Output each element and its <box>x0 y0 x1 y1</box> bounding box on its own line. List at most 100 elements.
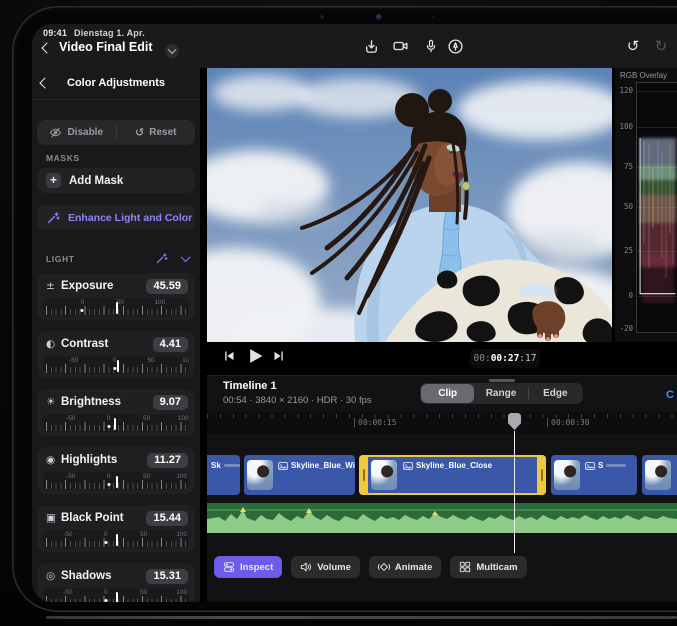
timeline-section: Timeline 1 00:54 · 3840 × 2160 · HDR · 3… <box>207 375 677 602</box>
video-frame-illustration <box>207 68 612 342</box>
slider-label: Highlights <box>61 454 117 466</box>
shadows-slider[interactable]: -50 0 50 100 <box>43 588 189 602</box>
slider-label: Black Point <box>61 512 124 524</box>
grid-icon <box>459 561 471 573</box>
waveform-plot <box>636 82 677 333</box>
animate-button[interactable]: Animate <box>369 556 441 578</box>
slider-label: Contrast <box>61 338 108 350</box>
clip-thumbnail <box>371 460 397 490</box>
exposure-icon: ± <box>46 280 61 292</box>
slider-card-black-point: ▣ Black Point 15.44 -50 0 50 100 <box>37 505 195 552</box>
edit-mode-segmented-control: Clip Range Edge <box>420 383 583 404</box>
plus-icon: + <box>46 173 61 188</box>
auto-enhance-icon[interactable] <box>155 252 168 265</box>
rgb-overlay-scope: RGB Overlay 120 100 75 50 25 0 -20 <box>615 68 677 342</box>
mode-edge[interactable]: Edge <box>529 384 582 403</box>
slider-value[interactable]: 15.31 <box>146 569 188 584</box>
timeline-toolbar: Inspect Volume Animate Multicam <box>214 556 527 579</box>
slider-value[interactable]: 45.59 <box>146 279 188 294</box>
black-point-slider[interactable]: -50 0 50 100 <box>43 530 189 548</box>
device-bottom-edge <box>46 616 677 619</box>
slider-value[interactable]: 11.27 <box>147 453 188 468</box>
reset-button[interactable]: ↺ Reset <box>117 120 196 145</box>
camera-icon[interactable] <box>390 35 412 57</box>
playhead-handle[interactable] <box>508 413 521 430</box>
slider-card-contrast: ◐ Contrast 4.41 -50 0 50 100 <box>37 331 195 378</box>
skip-back-icon[interactable] <box>223 350 235 362</box>
magic-wand-icon <box>46 211 60 225</box>
disable-button[interactable]: Disable <box>37 120 116 145</box>
front-camera <box>376 14 382 20</box>
slider-value[interactable]: 15.44 <box>146 511 188 526</box>
light-section-header: LIGHT <box>46 252 186 266</box>
app-top-bar: 09:41Dienstag 1. Apr. Video Final Edit ↺… <box>32 24 677 68</box>
back-icon[interactable] <box>41 42 52 53</box>
highlights-icon: ◉ <box>46 454 61 466</box>
photo-icon <box>278 462 288 470</box>
trim-handle-left[interactable] <box>359 455 368 495</box>
project-title[interactable]: Video Final Edit <box>59 40 153 54</box>
light-section-label: LIGHT <box>46 254 75 264</box>
backdrop: 09:41Dienstag 1. Apr. Video Final Edit ↺… <box>0 0 677 626</box>
inspector-icon <box>223 561 235 573</box>
reset-icon: ↺ <box>135 126 144 139</box>
disable-label: Disable <box>67 127 103 138</box>
audio-track[interactable] <box>207 503 677 533</box>
multicam-button[interactable]: Multicam <box>450 556 526 578</box>
photo-icon <box>403 462 413 470</box>
slider-card-highlights: ◉ Highlights 11.27 -50 0 50 100 <box>37 447 195 494</box>
reset-label: Reset <box>149 127 176 138</box>
import-icon[interactable] <box>360 35 382 57</box>
undo-icon[interactable]: ↺ <box>622 35 644 57</box>
slider-label: Brightness <box>61 396 121 408</box>
sensor-dot <box>432 16 435 19</box>
trim-handle-right[interactable] <box>537 455 546 495</box>
status-date: Dienstag 1. Apr. <box>74 28 145 38</box>
volume-button[interactable]: Volume <box>291 556 360 578</box>
playhead-line[interactable] <box>514 431 516 553</box>
clip-thumbnail <box>554 460 580 490</box>
sensor-dot <box>320 15 324 19</box>
timeline-clip[interactable]: S <box>551 455 637 495</box>
mode-range[interactable]: Range <box>474 384 527 403</box>
highlights-slider[interactable]: -50 0 50 100 <box>43 472 189 490</box>
timeline-clip[interactable] <box>642 455 677 495</box>
speaker-icon <box>300 561 312 573</box>
pencil-tool-icon[interactable] <box>444 35 466 57</box>
video-preview[interactable] <box>207 68 612 342</box>
add-mask-button[interactable]: + Add Mask <box>37 168 195 193</box>
collapse-chevron-icon[interactable] <box>180 253 189 262</box>
clipped-edge-text: C <box>666 389 674 401</box>
skip-forward-icon[interactable] <box>273 350 285 362</box>
slider-value[interactable]: 9.07 <box>153 395 188 410</box>
timeline-name: Timeline 1 <box>223 380 277 392</box>
eye-slash-icon <box>49 127 62 138</box>
redo-icon[interactable]: ↻ <box>650 35 672 57</box>
mode-clip[interactable]: Clip <box>421 384 474 403</box>
slider-card-brightness: ☀ Brightness 9.07 -50 0 50 100 <box>37 389 195 436</box>
timeline-clip[interactable]: Skyline_Blue_Wide <box>244 455 355 495</box>
status-bar: 09:41Dienstag 1. Apr. <box>43 28 145 38</box>
enhance-button[interactable]: Enhance Light and Color <box>37 205 195 230</box>
black-point-icon: ▣ <box>46 512 61 524</box>
timecode-display[interactable]: 00:00:27:17 <box>470 349 540 368</box>
inspect-button[interactable]: Inspect <box>214 556 282 578</box>
chevron-down-icon[interactable] <box>165 44 179 58</box>
brightness-icon: ☀ <box>46 396 61 408</box>
audio-waveform <box>207 503 677 533</box>
photo-icon <box>585 462 595 470</box>
exposure-slider[interactable]: 0 50 100 <box>43 298 189 316</box>
contrast-slider[interactable]: -50 0 50 100 <box>43 356 189 374</box>
disable-reset-group: Disable ↺ Reset <box>37 120 195 145</box>
panel-resize-handle[interactable] <box>489 379 515 382</box>
timeline-clip[interactable]: Sk <box>207 455 240 495</box>
brightness-slider[interactable]: -50 0 50 100 <box>43 414 189 432</box>
timeline-meta: 00:54 · 3840 × 2160 · HDR · 30 fps <box>223 395 372 406</box>
slider-value[interactable]: 4.41 <box>153 337 188 352</box>
timeline-ruler[interactable]: 00:00:15 00:00:30 <box>207 412 677 434</box>
clip-thumbnail <box>247 460 273 490</box>
timeline-clip-selected[interactable]: Skyline_Blue_Close <box>359 455 546 495</box>
play-button[interactable] <box>247 347 264 365</box>
ruler-label: 00:00:30 <box>547 418 590 427</box>
microphone-icon[interactable] <box>420 35 442 57</box>
